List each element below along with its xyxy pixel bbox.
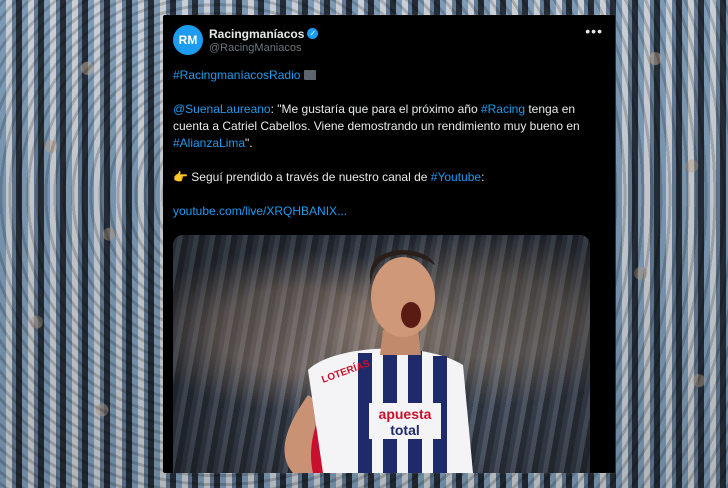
mention-suenalaureano[interactable]: @SuenaLaureano	[173, 102, 271, 116]
player-illustration: apuesta total LOTERÍAS	[284, 250, 473, 473]
avatar[interactable]: RM	[173, 25, 203, 55]
verified-badge-icon: ✓	[307, 28, 319, 39]
sponsor-chest-text-2: total	[390, 422, 420, 438]
tweet-card[interactable]: RM Racingmaníacos ✓ @RacingManiacos ••• …	[163, 15, 615, 473]
tweet-photo[interactable]: apuesta total LOTERÍAS	[173, 235, 590, 473]
hashtag-radio[interactable]: #RacingmaníacosRadio	[173, 68, 300, 82]
youtube-paragraph: 👉 Seguí prendido a través de nuestro can…	[173, 169, 605, 186]
quote-text-c: ".	[245, 136, 253, 150]
user-handle[interactable]: @RacingManiacos	[209, 42, 318, 54]
sponsor-chest-text: apuesta	[379, 406, 432, 422]
more-options-icon[interactable]: •••	[585, 23, 603, 39]
display-name-text[interactable]: Racingmaníacos	[209, 27, 304, 41]
tweet-header: RM Racingmaníacos ✓ @RacingManiacos	[173, 25, 319, 55]
pointing-hand-icon: 👉	[173, 170, 188, 184]
youtube-link[interactable]: youtube.com/live/XRQHBANIX...	[173, 204, 347, 218]
youtube-text: Seguí prendido a través de nuestro canal…	[187, 170, 431, 184]
youtube-colon: :	[481, 170, 485, 184]
hashtag-alianzalima[interactable]: #AlianzaLima	[173, 136, 245, 150]
quote-paragraph: @SuenaLaureano: "Me gustaría que para el…	[173, 101, 605, 152]
hashtag-racing[interactable]: #Racing	[481, 102, 525, 116]
player-mouth	[401, 302, 421, 328]
player-head	[371, 257, 435, 337]
tweet-text: #RacingmaníacosRadio @SuenaLaureano: "Me…	[173, 67, 605, 220]
quote-text-a: : "Me gustaría que para el próximo año	[270, 102, 481, 116]
radio-icon	[304, 70, 317, 80]
hashtag-youtube[interactable]: #Youtube	[431, 170, 481, 184]
display-name[interactable]: Racingmaníacos ✓	[209, 27, 319, 41]
